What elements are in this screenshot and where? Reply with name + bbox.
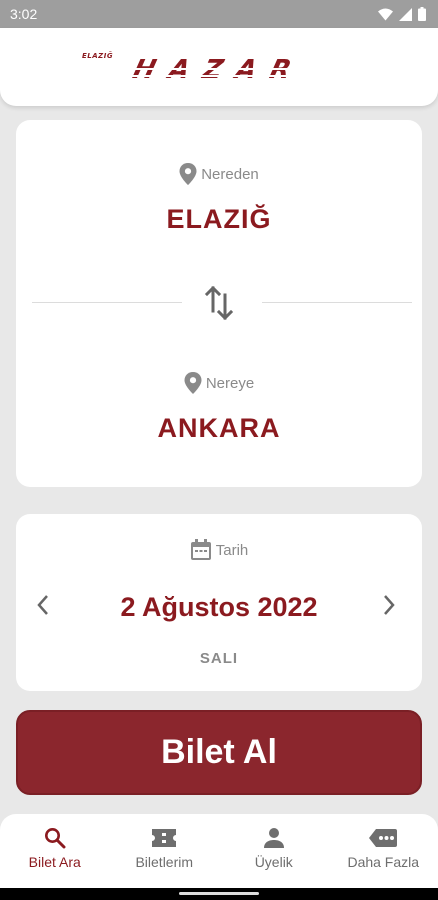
date-label: Tarih [215,541,249,559]
from-label: Nereden [201,165,259,183]
location-pin-icon [179,163,197,185]
swap-direction-button[interactable] [201,283,237,323]
logo-brand-text: HAZAR [129,55,309,85]
chevron-right-icon [384,595,395,615]
search-icon [44,828,66,849]
status-bar: 3:02 [0,0,438,28]
nav-label: Üyelik [254,854,293,870]
nav-item-bilet-ara[interactable]: Bilet Ara [0,814,110,888]
weekday-text: SALI [199,650,239,667]
location-pin-icon [184,372,202,394]
status-icons [378,7,426,21]
ticket-icon [152,829,177,847]
person-icon [263,828,284,848]
hazar-logo: ELAZIĞ HAZAR [68,50,370,86]
more-icon [369,829,398,847]
nav-item-daha-fazla[interactable]: Daha Fazla [329,814,438,888]
selected-date[interactable]: 2 Ağustos 2022 [16,592,422,623]
calendar-icon [190,539,211,560]
gesture-bar [0,888,438,900]
nav-item-uyelik[interactable]: Üyelik [219,814,329,888]
to-field[interactable]: Nereye [16,372,422,394]
nav-item-biletlerim[interactable]: Biletlerim [110,814,220,888]
from-field[interactable]: Nereden [16,163,422,185]
wifi-icon [378,8,393,20]
buy-ticket-button[interactable]: Bilet Al [16,710,422,795]
bottom-navigation: Bilet Ara Biletlerim Üyelik Daha Fazla [0,814,438,888]
nav-label: Daha Fazla [347,854,420,870]
signal-icon [399,7,412,21]
battery-icon [418,7,426,21]
nav-label: Biletlerim [135,854,194,870]
home-gesture-handle[interactable] [179,892,259,895]
status-time: 3:02 [10,6,38,22]
to-label: Nereye [205,374,255,392]
swap-arrows-icon [204,285,234,321]
app-header: ELAZIĞ HAZAR [0,28,438,106]
divider-left [32,302,182,303]
date-field: Tarih [16,539,422,561]
nav-label: Bilet Ara [28,854,81,870]
divider-right [262,302,412,303]
from-city[interactable]: ELAZIĞ [16,204,422,235]
route-card: Nereden ELAZIĞ Nereye ANKARA [16,120,422,487]
logo-stripe [74,68,366,70]
next-date-button[interactable] [374,590,404,620]
to-city[interactable]: ANKARA [16,413,422,444]
logo-stripe [74,75,366,77]
date-card: Tarih 2 Ağustos 2022 SALI [16,514,422,691]
